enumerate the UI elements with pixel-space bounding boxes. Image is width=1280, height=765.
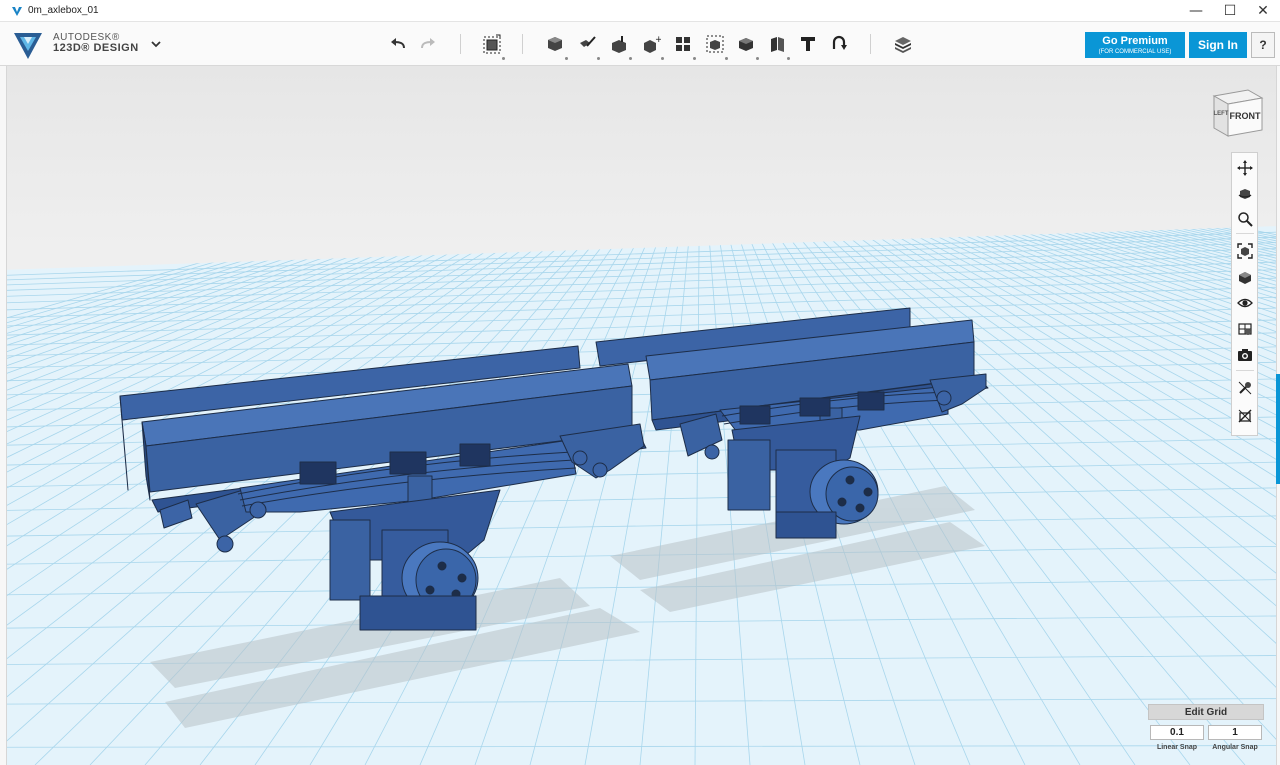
- go-premium-button[interactable]: Go Premium (FOR COMMERCIAL USE): [1085, 32, 1185, 58]
- transform-icon[interactable]: [479, 31, 505, 60]
- help-button[interactable]: ?: [1251, 32, 1275, 58]
- sign-in-button[interactable]: Sign In: [1189, 32, 1247, 58]
- navbar-divider: [1236, 233, 1254, 234]
- construct-icon[interactable]: [606, 31, 632, 60]
- edit-grid-button[interactable]: Edit Grid: [1148, 704, 1264, 720]
- sketch-icon[interactable]: [574, 31, 600, 60]
- edit-grid-panel: Edit Grid 0.1 1 Linear Snap Angular Snap: [1148, 704, 1264, 756]
- main-toolbar: AUTODESK® 123D® DESIGN + Go Premium (FOR…: [0, 22, 1280, 66]
- visibility-icon[interactable]: [1235, 293, 1255, 313]
- left-panel-edge[interactable]: [0, 66, 7, 765]
- snap-icon[interactable]: [826, 31, 852, 57]
- pan-icon[interactable]: [1235, 158, 1255, 178]
- angular-snap-label: Angular Snap: [1212, 744, 1258, 751]
- fit-icon[interactable]: [1235, 241, 1255, 261]
- modify-icon[interactable]: +: [638, 31, 664, 60]
- go-premium-label: Go Premium: [1102, 35, 1168, 47]
- angular-snap-input[interactable]: 1: [1208, 725, 1262, 740]
- close-button[interactable]: ✕: [1246, 0, 1280, 22]
- app-window: 0m_axlebox_01 — ☐ ✕ AUTODESK® 123D® DESI…: [0, 0, 1280, 765]
- title-bar: 0m_axlebox_01 — ☐ ✕: [0, 0, 1280, 22]
- pattern-icon[interactable]: [670, 31, 696, 60]
- toolbar-divider: [460, 34, 461, 54]
- toolbar-divider: [870, 34, 871, 54]
- grouping-icon[interactable]: [702, 31, 728, 60]
- orbit-icon[interactable]: [1235, 184, 1255, 204]
- combine-icon[interactable]: [733, 31, 759, 60]
- redo-icon[interactable]: [415, 31, 441, 57]
- app-logo-icon: [12, 7, 22, 16]
- brand-label: AUTODESK® 123D® DESIGN: [53, 32, 139, 54]
- minimize-button[interactable]: —: [1179, 0, 1213, 22]
- viewcube[interactable]: FRONT LEFT: [1208, 86, 1266, 140]
- zoom-icon[interactable]: [1235, 209, 1255, 229]
- viewcube-left-label[interactable]: LEFT: [1214, 111, 1229, 117]
- right-panel-tab[interactable]: [1276, 374, 1280, 484]
- toolbar-divider: [522, 34, 523, 54]
- linear-snap-label: Linear Snap: [1156, 744, 1198, 751]
- measure-icon[interactable]: [764, 31, 790, 60]
- 3d-viewport[interactable]: [0, 66, 1280, 765]
- primitives-icon[interactable]: [542, 31, 568, 60]
- 123d-logo-icon[interactable]: [12, 29, 44, 61]
- scene-canvas[interactable]: [0, 66, 1280, 765]
- chevron-down-icon[interactable]: [148, 36, 164, 52]
- materials-visibility-icon[interactable]: [1235, 319, 1255, 339]
- svg-text:+: +: [655, 35, 661, 45]
- brand-line2: 123D® DESIGN: [53, 42, 139, 54]
- go-premium-sublabel: (FOR COMMERCIAL USE): [1098, 49, 1172, 55]
- window-title: 0m_axlebox_01: [28, 5, 99, 16]
- screenshot-icon[interactable]: [1235, 345, 1255, 365]
- text-icon[interactable]: [795, 31, 821, 57]
- material-icon[interactable]: [890, 31, 916, 57]
- maximize-button[interactable]: ☐: [1213, 0, 1247, 22]
- navbar-divider: [1236, 370, 1254, 371]
- viewcube-front-label[interactable]: FRONT: [1230, 111, 1261, 121]
- snap-on-icon[interactable]: [1235, 378, 1255, 398]
- undo-icon[interactable]: [385, 31, 411, 57]
- navigation-bar: [1231, 152, 1258, 436]
- linear-snap-input[interactable]: 0.1: [1150, 725, 1204, 740]
- snap-off-icon[interactable]: [1235, 406, 1255, 426]
- view-mode-icon[interactable]: [1235, 268, 1255, 288]
